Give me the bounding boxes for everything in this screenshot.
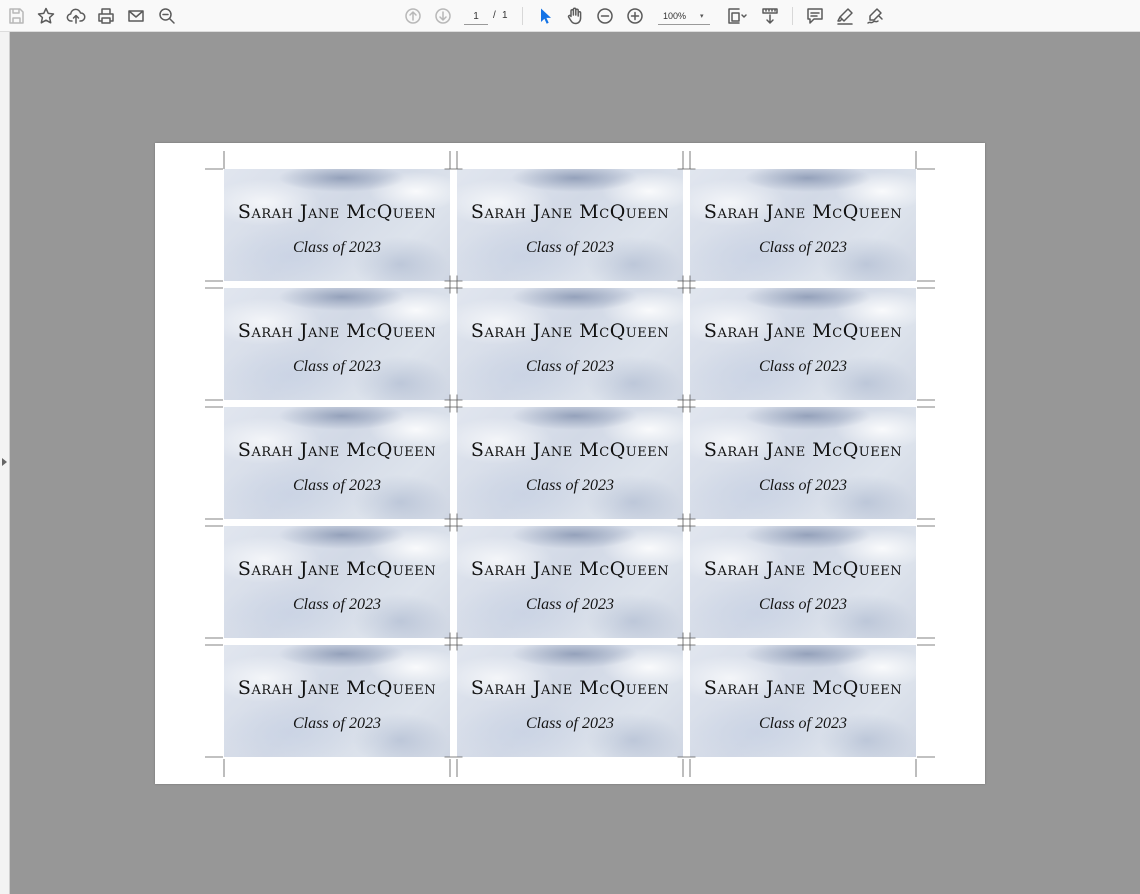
name-label-card: Sarah Jane McQueen Class of 2023 — [224, 526, 450, 638]
fill-sign-icon[interactable] — [862, 3, 888, 29]
zoom-value: 100% — [663, 11, 687, 21]
upload-cloud-icon[interactable] — [63, 3, 89, 29]
zoom-out-icon[interactable] — [592, 3, 618, 29]
name-label-card: Sarah Jane McQueen Class of 2023 — [457, 645, 683, 757]
print-icon[interactable] — [93, 3, 119, 29]
label-name: Sarah Jane McQueen — [237, 558, 437, 580]
name-label-card: Sarah Jane McQueen Class of 2023 — [224, 407, 450, 519]
page-separator: / — [493, 10, 496, 21]
comment-icon[interactable] — [802, 3, 828, 29]
page-number-input[interactable] — [464, 8, 488, 25]
label-name: Sarah Jane McQueen — [237, 201, 437, 223]
name-label-card: Sarah Jane McQueen Class of 2023 — [457, 169, 683, 281]
label-name: Sarah Jane McQueen — [470, 320, 670, 342]
label-class-year: Class of 2023 — [292, 715, 381, 732]
label-class-year: Class of 2023 — [525, 477, 614, 494]
label-class-year: Class of 2023 — [758, 239, 847, 256]
name-label-card: Sarah Jane McQueen Class of 2023 — [224, 288, 450, 400]
label-class-year: Class of 2023 — [292, 358, 381, 375]
expand-panel-icon[interactable] — [2, 458, 7, 466]
name-label-card: Sarah Jane McQueen Class of 2023 — [690, 526, 916, 638]
label-name: Sarah Jane McQueen — [470, 201, 670, 223]
label-class-year: Class of 2023 — [758, 358, 847, 375]
label-class-year: Class of 2023 — [292, 596, 381, 613]
label-name: Sarah Jane McQueen — [703, 677, 903, 699]
label-name: Sarah Jane McQueen — [703, 558, 903, 580]
label-name: Sarah Jane McQueen — [470, 439, 670, 461]
label-name: Sarah Jane McQueen — [237, 439, 437, 461]
label-class-year: Class of 2023 — [758, 596, 847, 613]
save-icon[interactable] — [3, 3, 29, 29]
bookmark-star-icon[interactable] — [33, 3, 59, 29]
label-grid: Sarah Jane McQueen Class of 2023 Sarah Jan… — [224, 169, 916, 759]
name-label-card: Sarah Jane McQueen Class of 2023 — [224, 169, 450, 281]
label-class-year: Class of 2023 — [525, 239, 614, 256]
pdf-toolbar: / 1 100% ▾ — [0, 0, 1140, 32]
zoom-out-magnifier-icon[interactable] — [154, 3, 180, 29]
name-label-card: Sarah Jane McQueen Class of 2023 — [690, 645, 916, 757]
label-name: Sarah Jane McQueen — [237, 320, 437, 342]
highlight-icon[interactable] — [832, 3, 858, 29]
scrolling-mode-icon[interactable] — [757, 3, 783, 29]
select-cursor-icon[interactable] — [532, 3, 558, 29]
name-label-card: Sarah Jane McQueen Class of 2023 — [457, 526, 683, 638]
pdf-page: Sarah Jane McQueen Class of 2023 Sarah Jan… — [155, 143, 985, 784]
label-name: Sarah Jane McQueen — [703, 201, 903, 223]
label-name: Sarah Jane McQueen — [703, 439, 903, 461]
label-name: Sarah Jane McQueen — [470, 558, 670, 580]
name-label-card: Sarah Jane McQueen Class of 2023 — [690, 288, 916, 400]
label-name: Sarah Jane McQueen — [237, 677, 437, 699]
zoom-in-icon[interactable] — [622, 3, 648, 29]
toolbar-divider — [522, 7, 523, 25]
zoom-select[interactable]: 100% ▾ — [658, 8, 710, 25]
name-label-card: Sarah Jane McQueen Class of 2023 — [690, 169, 916, 281]
chevron-down-icon: ▾ — [700, 13, 704, 20]
email-icon[interactable] — [123, 3, 149, 29]
label-name: Sarah Jane McQueen — [470, 677, 670, 699]
previous-page-icon[interactable] — [400, 3, 426, 29]
document-viewer[interactable]: Sarah Jane McQueen Class of 2023 Sarah Jan… — [0, 32, 1140, 894]
label-name: Sarah Jane McQueen — [703, 320, 903, 342]
label-class-year: Class of 2023 — [525, 715, 614, 732]
name-label-card: Sarah Jane McQueen Class of 2023 — [224, 645, 450, 757]
label-class-year: Class of 2023 — [525, 596, 614, 613]
toolbar-divider — [792, 7, 793, 25]
next-page-icon[interactable] — [430, 3, 456, 29]
page-total: 1 — [502, 10, 508, 21]
label-class-year: Class of 2023 — [758, 477, 847, 494]
hand-tool-icon[interactable] — [562, 3, 588, 29]
page-fit-icon[interactable] — [722, 3, 752, 29]
name-label-card: Sarah Jane McQueen Class of 2023 — [690, 407, 916, 519]
name-label-card: Sarah Jane McQueen Class of 2023 — [457, 288, 683, 400]
left-panel-collapsed[interactable] — [0, 32, 10, 894]
name-label-card: Sarah Jane McQueen Class of 2023 — [457, 407, 683, 519]
label-class-year: Class of 2023 — [758, 715, 847, 732]
label-class-year: Class of 2023 — [292, 239, 381, 256]
label-class-year: Class of 2023 — [292, 477, 381, 494]
label-class-year: Class of 2023 — [525, 358, 614, 375]
